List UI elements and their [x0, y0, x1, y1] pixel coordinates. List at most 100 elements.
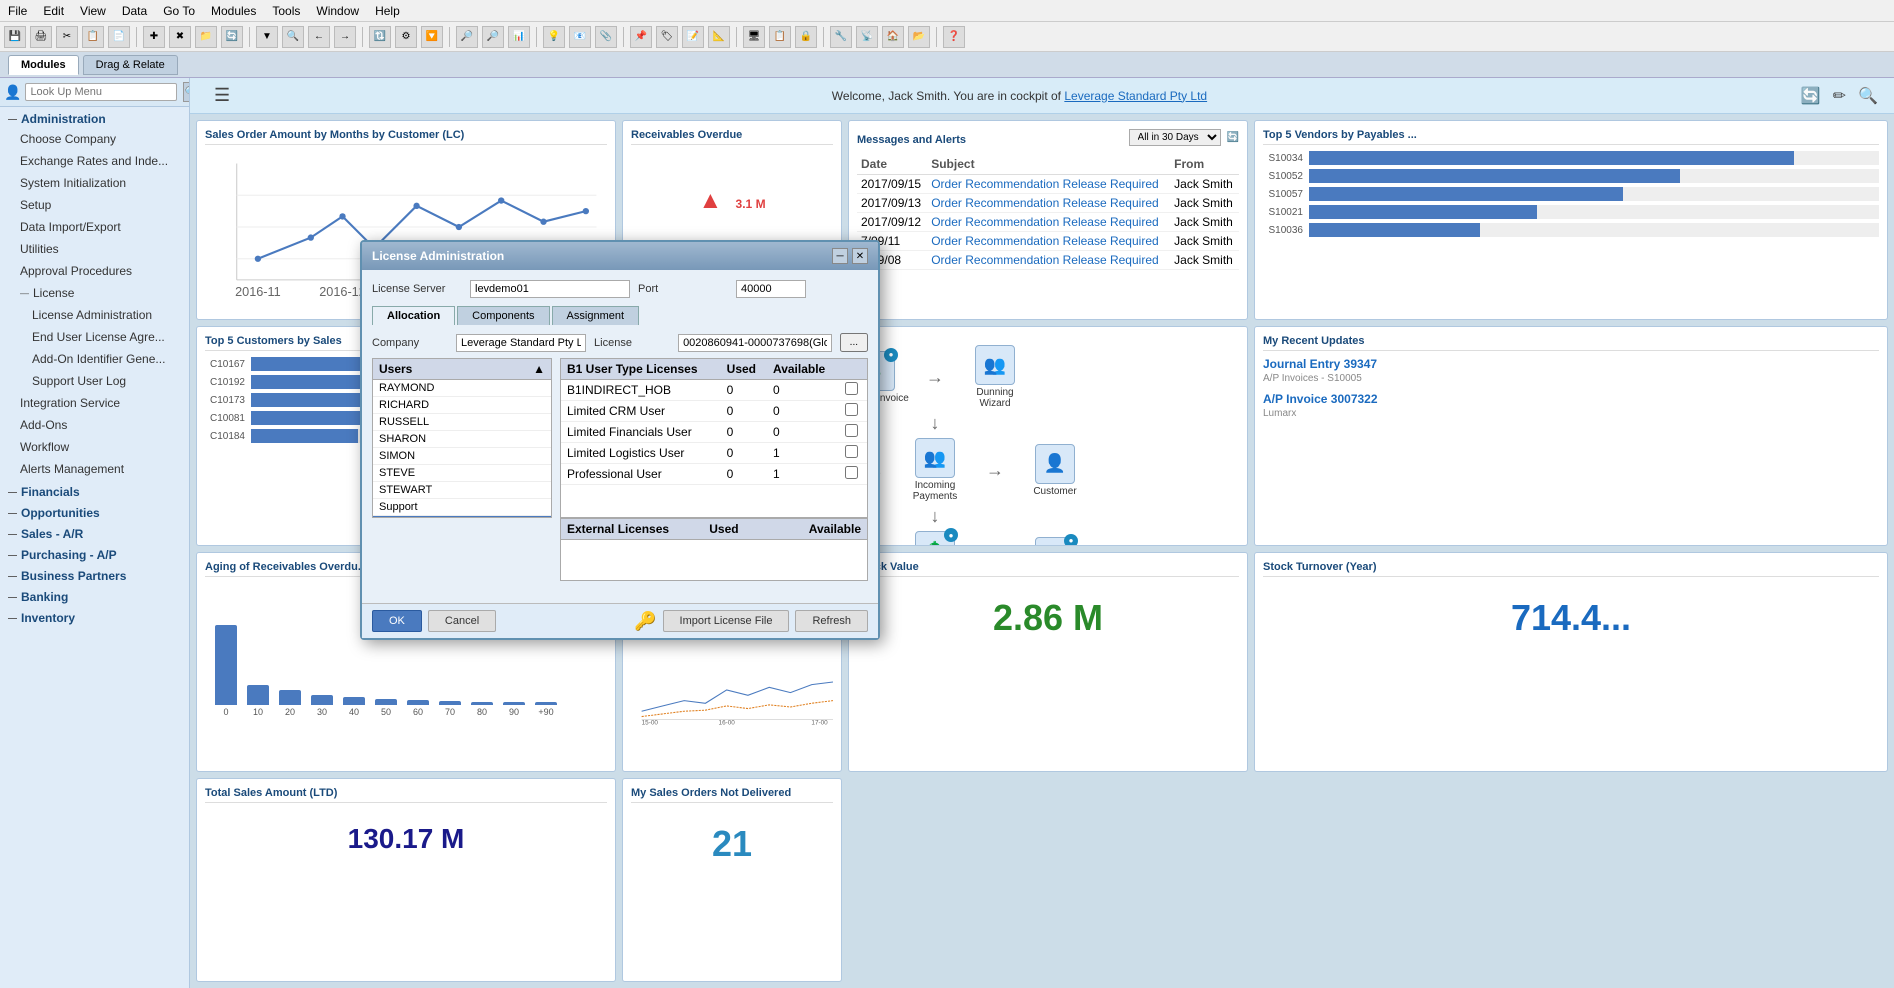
modal-ok-button[interactable]: OK — [372, 610, 422, 632]
msg-subject[interactable]: Order Recommendation Release Required — [927, 232, 1170, 251]
sidebar-item-approval[interactable]: Approval Procedures — [0, 260, 189, 282]
users-list-item[interactable]: RAYMOND — [373, 380, 551, 397]
sidebar-section-administration[interactable]: — Administration — [0, 107, 189, 128]
users-list-item[interactable]: Support — [373, 499, 551, 516]
toolbar-btn-30[interactable]: 📡 — [856, 26, 878, 48]
sidebar-item-workflow[interactable]: Workflow — [0, 436, 189, 458]
edit-icon[interactable]: ✏ — [1833, 86, 1846, 106]
lic-type-check[interactable] — [839, 443, 867, 464]
modal-license-input[interactable] — [678, 334, 832, 352]
menu-view[interactable]: View — [80, 4, 106, 18]
hamburger-menu-icon[interactable]: ☰ — [206, 85, 238, 106]
modal-company-input[interactable] — [456, 334, 586, 352]
sidebar-item-system-init[interactable]: System Initialization — [0, 172, 189, 194]
toolbar-btn-19[interactable]: 💡 — [543, 26, 565, 48]
sidebar-section-business-partners[interactable]: — Business Partners — [0, 564, 189, 585]
toolbar-btn-24[interactable]: 📝 — [682, 26, 704, 48]
toolbar-btn-23[interactable]: 🏷 — [656, 26, 678, 48]
sidebar-item-data-import[interactable]: Data Import/Export — [0, 216, 189, 238]
toolbar-btn-18[interactable]: 📊 — [508, 26, 530, 48]
toolbar-btn-5[interactable]: 📄 — [108, 26, 130, 48]
sidebar-section-opportunities[interactable]: — Opportunities — [0, 501, 189, 522]
recent-journal-entry[interactable]: Journal Entry 39347 — [1263, 357, 1879, 371]
toolbar-btn-13[interactable]: → — [334, 26, 356, 48]
sidebar-item-addons[interactable]: Add-Ons — [0, 414, 189, 436]
toolbar-btn-15[interactable]: ⚙ — [395, 26, 417, 48]
wf-customer[interactable]: 👤 Customer — [1020, 444, 1090, 497]
toolbar-btn-12[interactable]: ← — [308, 26, 330, 48]
sidebar-item-support-user-log[interactable]: Support User Log — [0, 370, 189, 392]
company-link[interactable]: Leverage Standard Pty Ltd — [1064, 89, 1207, 103]
users-list-item[interactable]: STEVE — [373, 465, 551, 482]
wf-dunning-wizard[interactable]: 👥 Dunning Wizard — [960, 345, 1030, 409]
modal-server-input[interactable] — [470, 280, 630, 298]
toolbar-btn-28[interactable]: 🔒 — [795, 26, 817, 48]
modal-minimize-button[interactable]: ─ — [832, 248, 848, 264]
toolbar-btn-32[interactable]: 📂 — [908, 26, 930, 48]
sidebar-item-integration[interactable]: Integration Service — [0, 392, 189, 414]
modal-users-scroll-icon[interactable]: ▲ — [533, 362, 545, 376]
sidebar-item-setup[interactable]: Setup — [0, 194, 189, 216]
sidebar-item-utilities[interactable]: Utilities — [0, 238, 189, 260]
toolbar-btn-26[interactable]: 🖥 — [743, 26, 765, 48]
lic-type-check[interactable] — [839, 422, 867, 443]
msg-subject[interactable]: Order Recommendation Release Required — [927, 213, 1170, 232]
recent-ap-invoice[interactable]: A/P Invoice 3007322 — [1263, 392, 1879, 406]
toolbar-btn-31[interactable]: 🏠 — [882, 26, 904, 48]
sidebar-section-purchasing[interactable]: — Purchasing - A/P — [0, 543, 189, 564]
menu-help[interactable]: Help — [375, 4, 400, 18]
messages-refresh-icon[interactable]: 🔄 — [1227, 132, 1239, 143]
sidebar-section-banking[interactable]: — Banking — [0, 585, 189, 606]
modal-tab-components[interactable]: Components — [457, 306, 549, 325]
toolbar-btn-4[interactable]: 📋 — [82, 26, 104, 48]
sidebar-item-addon-identifier[interactable]: Add-On Identifier Gene... — [0, 348, 189, 370]
toolbar-btn-6[interactable]: ✚ — [143, 26, 165, 48]
lic-type-check[interactable] — [839, 464, 867, 485]
toolbar-btn-2[interactable]: 🖨 — [30, 26, 52, 48]
menu-edit[interactable]: Edit — [43, 4, 64, 18]
modal-tab-allocation[interactable]: Allocation — [372, 306, 455, 325]
sidebar-item-choose-company[interactable]: Choose Company — [0, 128, 189, 150]
msg-subject[interactable]: Order Recommendation Release Required — [927, 194, 1170, 213]
wf-ar-credit-memo[interactable]: 💲 ● A/R Credit Memo — [900, 531, 970, 546]
toolbar-btn-10[interactable]: ▼ — [256, 26, 278, 48]
modal-license-btn[interactable]: ... — [840, 333, 868, 352]
msg-subject[interactable]: Order Recommendation Release Required — [927, 175, 1170, 194]
users-list-item[interactable]: SIMON — [373, 448, 551, 465]
sidebar-item-license-admin[interactable]: License Administration — [0, 304, 189, 326]
toolbar-btn-17[interactable]: 🔎 — [482, 26, 504, 48]
toolbar-btn-33[interactable]: ❓ — [943, 26, 965, 48]
modal-refresh-button[interactable]: Refresh — [795, 610, 868, 632]
toolbar-btn-3[interactable]: ✂ — [56, 26, 78, 48]
toolbar-btn-22[interactable]: 📌 — [630, 26, 652, 48]
toolbar-btn-21[interactable]: 📎 — [595, 26, 617, 48]
toolbar-btn-27[interactable]: 📋 — [769, 26, 791, 48]
menu-modules[interactable]: Modules — [211, 4, 256, 18]
modal-close-button[interactable]: ✕ — [852, 248, 868, 264]
menu-goto[interactable]: Go To — [163, 4, 195, 18]
toolbar-btn-16[interactable]: 🔎 — [456, 26, 478, 48]
menu-tools[interactable]: Tools — [272, 4, 300, 18]
users-list-item[interactable]: STEWART — [373, 482, 551, 499]
toolbar-btn-29[interactable]: 🔧 — [830, 26, 852, 48]
wf-incoming-payments[interactable]: 👥 Incoming Payments — [900, 438, 970, 502]
tab-drag-relate[interactable]: Drag & Relate — [83, 55, 178, 75]
search-input[interactable] — [25, 83, 177, 101]
menu-window[interactable]: Window — [316, 4, 359, 18]
sidebar-section-sales[interactable]: — Sales - A/R — [0, 522, 189, 543]
tab-modules[interactable]: Modules — [8, 55, 79, 75]
modal-cancel-button[interactable]: Cancel — [428, 610, 496, 632]
toolbar-btn-7[interactable]: ✖ — [169, 26, 191, 48]
lic-type-check[interactable] — [839, 380, 867, 401]
toolbar-btn-filter[interactable]: 🔽 — [421, 26, 443, 48]
users-list-item[interactable]: SHARON — [373, 431, 551, 448]
toolbar-btn-14[interactable]: 🔃 — [369, 26, 391, 48]
menu-file[interactable]: File — [8, 4, 27, 18]
users-list-item[interactable]: RICHARD — [373, 397, 551, 414]
toolbar-btn-11[interactable]: 🔍 — [282, 26, 304, 48]
search-header-icon[interactable]: 🔍 — [1858, 86, 1878, 106]
msg-subject[interactable]: Order Recommendation Release Required — [927, 251, 1170, 270]
sidebar-section-inventory[interactable]: — Inventory — [0, 606, 189, 627]
modal-port-input[interactable] — [736, 280, 806, 298]
menu-data[interactable]: Data — [122, 4, 147, 18]
